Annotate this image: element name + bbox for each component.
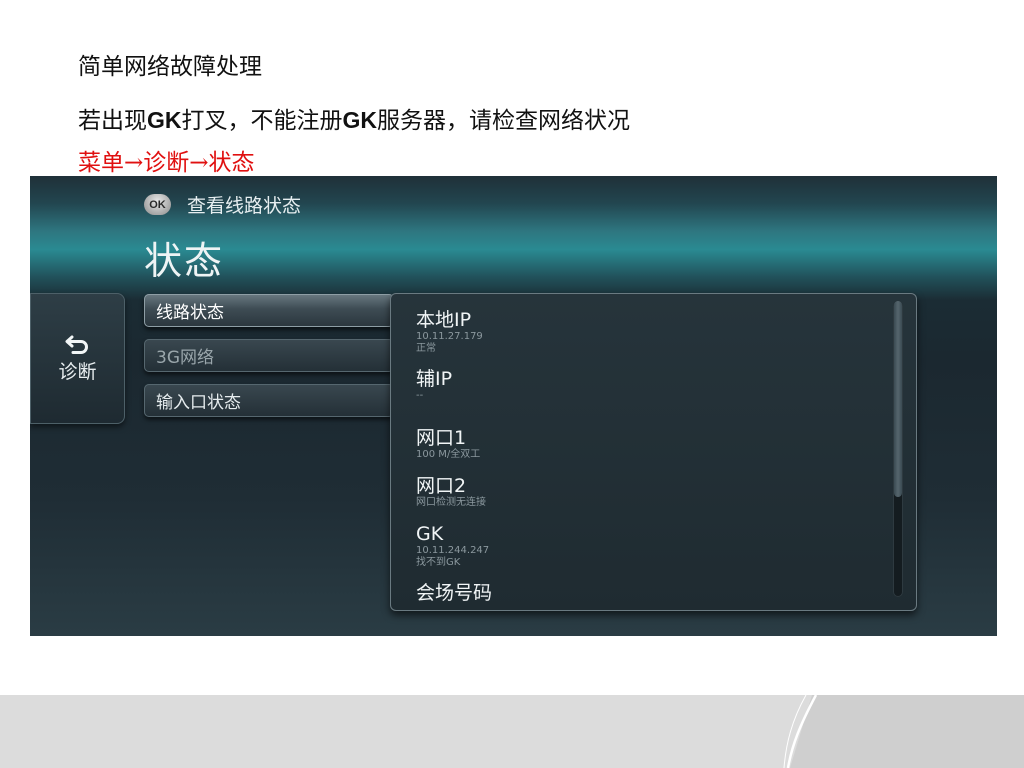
instruction-gk-2: GK: [342, 107, 378, 133]
detail-label: 会场号码: [416, 582, 493, 604]
detail-label: GK: [416, 523, 444, 545]
device-screen: OK 查看线路状态 状态 诊断 线路状态 3G网络 输入口状态 本地IP 10.…: [30, 176, 997, 636]
back-label: 诊断: [58, 361, 97, 383]
scrollbar-thumb[interactable]: [894, 301, 902, 497]
detail-label: 网口1: [416, 427, 467, 449]
slide-title: 简单网络故障处理: [78, 54, 262, 80]
menu-path: 菜单→诊断→状态: [78, 150, 255, 176]
detail-value: 找不到GK: [416, 557, 461, 568]
status-detail-panel[interactable]: 本地IP 10.11.27.179 正常 辅IP -- 网口1 100 M/全双…: [390, 293, 917, 611]
detail-port-1: 网口1 100 M/全双工: [416, 427, 877, 475]
detail-gk: GK 10.11.244.247 找不到GK: [416, 523, 877, 582]
menu-item-label: 3G网络: [156, 348, 214, 368]
detail-value: 10.11.27.179: [416, 331, 483, 342]
instruction-middle: 打叉，不能注册: [181, 108, 343, 134]
detail-value: 正常: [416, 343, 436, 354]
menu-item-label: 输入口状态: [156, 393, 241, 413]
detail-value: --: [416, 390, 424, 401]
menu-item-3g-network[interactable]: 3G网络: [144, 339, 394, 372]
detail-secondary-ip: 辅IP --: [416, 368, 877, 427]
return-arrow-icon: [65, 335, 88, 354]
detail-label: 本地IP: [416, 309, 472, 331]
detail-label: 网口2: [416, 475, 467, 497]
detail-value: 100 M/全双工: [416, 449, 481, 460]
hint-row: OK 查看线路状态: [144, 191, 301, 218]
instruction-gk-1: GK: [147, 107, 182, 133]
detail-port-2: 网口2 网口检测无连接: [416, 475, 877, 523]
detail-value: 网口检测无连接: [416, 497, 486, 508]
status-detail-list: 本地IP 10.11.27.179 正常 辅IP -- 网口1 100 M/全双…: [416, 309, 877, 611]
menu-item-line-status[interactable]: 线路状态: [144, 294, 394, 327]
instruction-line: 若出现GK打叉，不能注册GK服务器，请检查网络状况: [78, 101, 630, 135]
screen-title: 状态: [144, 239, 225, 283]
detail-site-number: 会场号码: [416, 582, 877, 611]
footer-swoosh-icon: [783, 695, 1024, 768]
detail-value: 10.11.244.247: [416, 545, 490, 556]
instruction-prefix: 若出现: [78, 108, 147, 134]
back-button[interactable]: 诊断: [30, 293, 125, 424]
footer-decoration: [0, 695, 1024, 768]
ok-button-icon[interactable]: OK: [144, 194, 171, 215]
menu-item-input-status[interactable]: 输入口状态: [144, 384, 394, 417]
scrollbar[interactable]: [893, 301, 903, 597]
instruction-suffix: 服务器，请检查网络状况: [377, 108, 630, 134]
detail-label: 辅IP: [416, 368, 453, 390]
detail-local-ip: 本地IP 10.11.27.179 正常: [416, 309, 877, 368]
slide: 简单网络故障处理 若出现GK打叉，不能注册GK服务器，请检查网络状况 菜单→诊断…: [0, 0, 1024, 768]
hint-text: 查看线路状态: [187, 195, 302, 217]
menu-item-label: 线路状态: [156, 303, 224, 323]
